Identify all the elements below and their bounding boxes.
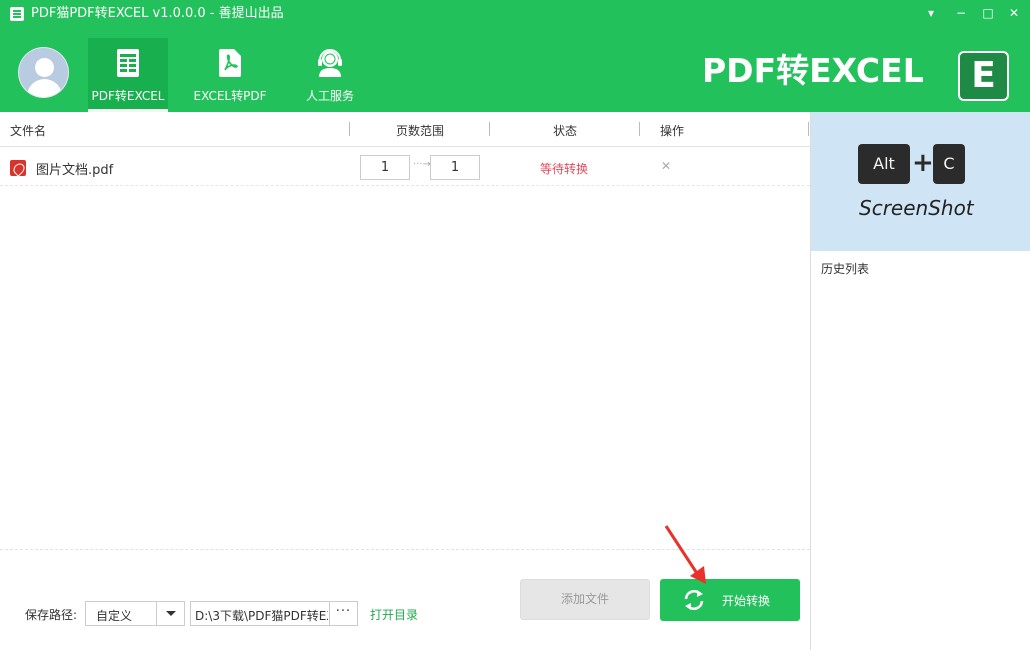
avatar-head-shape (35, 58, 54, 77)
tab-excel-to-pdf[interactable]: EXCEL转PDF (190, 38, 270, 112)
spreadsheet-icon (117, 49, 139, 77)
tab-human-service[interactable]: 人工服务 (290, 38, 370, 112)
column-file-name: 文件名 (10, 124, 47, 138)
history-panel: Alt + C ScreenShot 历史列表 (810, 112, 1030, 650)
range-arrow-icon: ···→ (413, 159, 431, 170)
maximize-button[interactable]: □ (977, 4, 999, 22)
pdf-file-icon (10, 160, 26, 176)
column-divider (349, 122, 350, 136)
history-list-title: 历史列表 (821, 262, 870, 276)
file-name: 图片文档.pdf (36, 163, 114, 178)
open-directory-link[interactable]: 打开目录 (370, 606, 418, 623)
annotation-arrow-icon (664, 525, 706, 584)
chevron-down-icon[interactable] (156, 602, 184, 625)
delete-row-icon[interactable]: ✕ (661, 159, 671, 173)
column-divider (639, 122, 640, 136)
avatar-body-shape (27, 79, 62, 97)
start-convert-label: 开始转换 (722, 594, 771, 608)
user-avatar[interactable] (18, 47, 69, 98)
plus-sign: + (912, 148, 934, 178)
close-button[interactable]: ✕ (1003, 4, 1025, 22)
screenshot-shortcut-banner[interactable]: Alt + C ScreenShot (811, 112, 1030, 251)
pdf-icon (219, 49, 241, 77)
c-key: C (933, 144, 965, 184)
app-logo-icon (10, 7, 24, 21)
window-title: PDF猫PDF转EXCEL v1.0.0.0 - 善提山出品 (31, 6, 284, 21)
alt-key: Alt (858, 144, 910, 184)
table-row[interactable]: 图片文档.pdf 1 ···→ 1 等待转换 ✕ (0, 148, 810, 186)
screenshot-caption: ScreenShot (859, 196, 974, 220)
page-from-input[interactable]: 1 (360, 155, 410, 180)
save-mode-value: 自定义 (96, 609, 133, 623)
file-list-panel: 文件名 页数范围 状态 操作 图片文档.pdf 1 ···→ 1 等待转换 ✕ … (0, 112, 810, 650)
minimize-button[interactable]: − (950, 4, 972, 22)
brand-wordmark: PDF转EXCEL (702, 51, 924, 90)
tab-label: PDF转EXCEL (91, 89, 165, 103)
save-path-input[interactable]: D:\3下载\PDF猫PDF转EXCEL ··· (190, 601, 358, 626)
column-divider (489, 122, 490, 136)
column-page-range: 页数范围 (396, 124, 445, 138)
column-action: 操作 (660, 124, 685, 138)
headset-icon (318, 49, 342, 77)
menu-dropdown-icon[interactable]: ▾ (920, 4, 942, 22)
add-file-button[interactable]: 添加文件 (520, 579, 650, 620)
tab-label: EXCEL转PDF (193, 89, 267, 103)
table-header: 文件名 页数范围 状态 操作 (0, 112, 810, 147)
page-to-input[interactable]: 1 (430, 155, 480, 180)
tab-pdf-to-excel[interactable]: PDF转EXCEL (88, 38, 168, 112)
save-path-label: 保存路径: (25, 608, 78, 622)
app-header: PDF猫PDF转EXCEL v1.0.0.0 - 善提山出品 ▾ − □ ✕ P… (0, 0, 1030, 112)
column-divider (808, 122, 809, 136)
column-status: 状态 (553, 124, 578, 138)
status-text: 等待转换 (540, 162, 589, 176)
browse-button[interactable]: ··· (329, 602, 357, 625)
title-bar: PDF猫PDF转EXCEL v1.0.0.0 - 善提山出品 ▾ − □ ✕ (0, 0, 1030, 28)
save-mode-select[interactable]: 自定义 (85, 601, 185, 626)
save-path-value: D:\3下载\PDF猫PDF转EXCEL (195, 609, 328, 623)
excel-logo-icon: E (958, 51, 1009, 101)
logo-letter: E (971, 55, 996, 96)
tab-label: 人工服务 (305, 89, 354, 103)
